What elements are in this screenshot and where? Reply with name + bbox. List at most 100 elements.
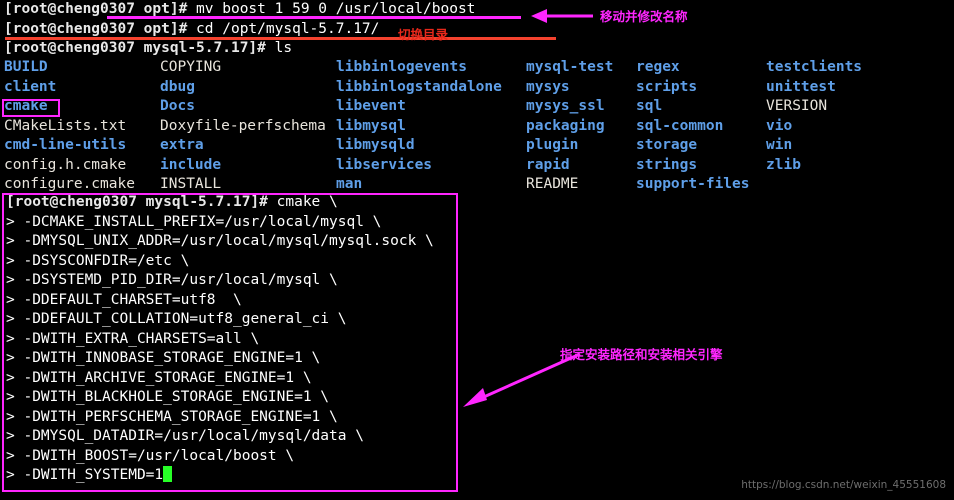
continuation-caret: >	[6, 467, 15, 483]
continuation-caret: >	[6, 447, 15, 464]
cmake-continuation-line: > -DSYSCONFDIR=/etc \	[0, 252, 954, 272]
ls-directory-entry: client	[4, 78, 57, 95]
cmake-option-text: -DWITH_SYSTEMD=1	[23, 467, 164, 483]
ls-directory-entry: libbinlogstandalone	[336, 78, 502, 95]
ls-file-entry: CMakeLists.txt	[4, 117, 127, 134]
continuation-caret: >	[6, 252, 15, 269]
ls-file-entry: Doxyfile-perfschema	[160, 117, 326, 134]
continuation-caret: >	[6, 233, 15, 249]
ls-directory-entry: regex	[636, 59, 680, 75]
cmake-option-text: -DWITH_INNOBASE_STORAGE_ENGINE=1 \	[23, 350, 321, 366]
ls-directory-entry: libbinlogevents	[336, 59, 467, 75]
cmake-option-text: -DDEFAULT_COLLATION=utf8_general_ci \	[23, 311, 347, 327]
ls-directory-entry: win	[766, 137, 793, 153]
ls-directory-entry: BUILD	[4, 59, 48, 75]
ls-directory-entry: zlib	[766, 156, 801, 173]
continuation-caret: >	[6, 213, 15, 230]
ls-file-entry: COPYING	[160, 59, 222, 75]
ls-directory-entry: packaging	[526, 117, 605, 134]
cmake-option-text: -DSYSCONFDIR=/etc \	[23, 252, 190, 269]
ls-directory-entry: vio	[766, 117, 793, 134]
ls-directory-entry: Docs	[160, 98, 195, 114]
ls-directory-entry: sql-common	[636, 117, 724, 134]
shell-prompt: [root@cheng0307 opt]#	[4, 1, 188, 17]
ls-directory-entry: rapid	[526, 156, 570, 173]
arrow-to-mv-command	[531, 9, 593, 23]
command-text-mv: mv boost 1 59 0 /usr/local/boost	[187, 1, 476, 17]
ls-file-entry: INSTALL	[160, 176, 222, 192]
cmake-continuation-line: > -DWITH_INNOBASE_STORAGE_ENGINE=1 \	[0, 349, 954, 369]
underline-cd-command	[5, 37, 556, 40]
ls-directory-entry: libservices	[336, 156, 433, 173]
watermark-url: https://blog.csdn.net/weixin_45551608	[741, 478, 946, 491]
shell-prompt: [root@cheng0307 mysql-5.7.17]#	[4, 40, 266, 56]
annotation-change-dir: 切换目录	[398, 27, 449, 42]
cmake-continuation-line: > -DCMAKE_INSTALL_PREFIX=/usr/local/mysq…	[0, 213, 954, 233]
ls-directory-entry: cmd-line-utils	[4, 137, 127, 153]
ls-row: CMakeLists.txt Doxyfile-perfschema libmysq…	[0, 117, 954, 137]
cmake-option-text: -DWITH_PERFSCHEMA_STORAGE_ENGINE=1 \	[23, 408, 338, 425]
shell-prompt: [root@cheng0307 mysql-5.7.17]#	[6, 194, 268, 210]
cmake-continuation-line: > -DWITH_BOOST=/usr/local/boost \	[0, 447, 954, 467]
ls-directory-entry: libmysql	[336, 117, 406, 134]
cmake-option-text: -DMYSQL_UNIX_ADDR=/usr/local/mysql/mysql…	[23, 233, 434, 249]
terminal-window: [root@cheng0307 opt]# mv boost 1 59 0 /u…	[0, 0, 954, 500]
cmake-option-text: -DWITH_EXTRA_CHARSETS=all \	[23, 330, 260, 347]
annotation-install-path: 指定安装路径和安装相关引擎	[560, 347, 723, 362]
cmake-continuation-line: > -DDEFAULT_CHARSET=utf8 \	[0, 291, 954, 311]
underline-mv-command	[107, 16, 521, 19]
continuation-caret: >	[6, 272, 15, 288]
continuation-caret: >	[6, 311, 15, 327]
ls-directory-entry: scripts	[636, 78, 698, 95]
cmake-option-text: -DSYSTEMD_PID_DIR=/usr/local/mysql \	[23, 272, 338, 288]
ls-directory-entry: mysql-test	[526, 59, 614, 75]
ls-output-grid: BUILD COPYING libbinlogevents mysql-test reg…	[0, 58, 954, 195]
shell-prompt: [root@cheng0307 opt]#	[4, 20, 188, 37]
command-text-cmake: cmake \	[267, 194, 338, 210]
ls-directory-entry: strings	[636, 156, 698, 173]
cmake-continuation-line: > -DDEFAULT_COLLATION=utf8_general_ci \	[0, 310, 954, 330]
ls-directory-entry: plugin	[526, 137, 579, 153]
ls-directory-entry: sql	[636, 98, 663, 114]
ls-row: BUILD COPYING libbinlogevents mysql-test reg…	[0, 58, 954, 78]
cmake-continuation-line: > -DWITH_BLACKHOLE_STORAGE_ENGINE=1 \	[0, 388, 954, 408]
history-line-3: [root@cheng0307 mysql-5.7.17]# ls	[4, 39, 292, 59]
ls-directory-entry: include	[160, 156, 222, 173]
cmake-option-text: -DMYSQL_DATADIR=/usr/local/mysql/data \	[23, 428, 364, 444]
cmake-continuation-line: > -DWITH_PERFSCHEMA_STORAGE_ENGINE=1 \	[0, 408, 954, 428]
annotation-move-rename: 移动并修改名称	[600, 9, 688, 24]
command-text-ls: ls	[265, 40, 293, 56]
ls-row: cmd-line-utils extra libmysqld plugin storag…	[0, 136, 954, 156]
cmake-continuation-line: > -DWITH_ARCHIVE_STORAGE_ENGINE=1 \	[0, 369, 954, 389]
cmake-continuation-line: > -DMYSQL_DATADIR=/usr/local/mysql/data …	[0, 427, 954, 447]
continuation-caret: >	[6, 428, 15, 444]
cmake-option-text: -DWITH_BLACKHOLE_STORAGE_ENGINE=1 \	[23, 389, 330, 405]
continuation-caret: >	[6, 350, 15, 366]
ls-row: configure.cmake INSTALL man README support-f…	[0, 175, 954, 195]
continuation-caret: >	[6, 408, 15, 425]
ls-directory-entry: unittest	[766, 78, 836, 95]
ls-directory-entry: mysys_ssl	[526, 98, 605, 114]
cmake-option-text: -DDEFAULT_CHARSET=utf8 \	[23, 291, 242, 308]
cmake-option-text: -DCMAKE_INSTALL_PREFIX=/usr/local/mysql …	[23, 213, 382, 230]
continuation-caret: >	[6, 330, 15, 347]
ls-file-entry: config.h.cmake	[4, 156, 127, 173]
ls-directory-entry: mysys	[526, 78, 570, 95]
ls-directory-entry: extra	[160, 137, 204, 153]
ls-directory-entry: cmake	[4, 98, 48, 114]
ls-directory-entry: man	[336, 176, 363, 192]
cmake-continuation-line: > -DWITH_EXTRA_CHARSETS=all \	[0, 330, 954, 350]
ls-directory-entry: support-files	[636, 176, 750, 192]
ls-file-entry: VERSION	[766, 98, 828, 114]
ls-directory-entry: dbug	[160, 78, 195, 95]
cmake-option-text: -DWITH_ARCHIVE_STORAGE_ENGINE=1 \	[23, 369, 312, 386]
ls-directory-entry: testclients	[766, 59, 863, 75]
continuation-caret: >	[6, 389, 15, 405]
cmake-continuation-line: > -DSYSTEMD_PID_DIR=/usr/local/mysql \	[0, 271, 954, 291]
ls-file-entry: configure.cmake	[4, 176, 135, 192]
text-cursor	[163, 466, 173, 482]
ls-directory-entry: libevent	[336, 98, 406, 114]
ls-row: cmake Docs libevent mysys_ssl sql VERSION	[0, 97, 954, 117]
cmake-prompt-line: [root@cheng0307 mysql-5.7.17]# cmake \	[0, 193, 954, 213]
continuation-caret: >	[6, 291, 15, 308]
